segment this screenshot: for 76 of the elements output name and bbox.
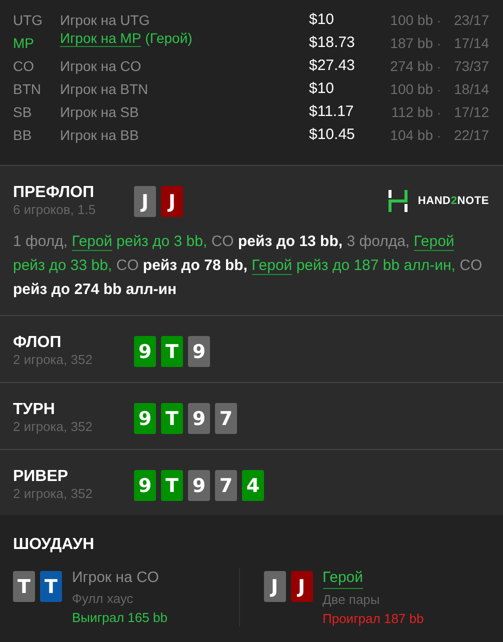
playing-card: 7 bbox=[215, 470, 237, 501]
playing-card: T bbox=[161, 336, 183, 367]
player-name: Игрок на BTN bbox=[60, 81, 148, 97]
player-bb: 274 bb bbox=[389, 58, 433, 74]
playing-card: 9 bbox=[188, 336, 210, 367]
player-position: MP bbox=[13, 35, 35, 51]
separator-dot: · bbox=[436, 60, 442, 74]
hero-link[interactable]: Герой bbox=[252, 257, 292, 275]
player-bb: 104 bb bbox=[389, 127, 433, 143]
player-stack: $10 bbox=[309, 11, 336, 28]
playing-card: 4 bbox=[242, 470, 264, 501]
player-stack: $10.45 bbox=[309, 126, 356, 143]
hand-combo: Фулл хаус bbox=[72, 590, 134, 608]
playing-card: J bbox=[134, 186, 156, 217]
playing-card: T bbox=[13, 571, 35, 602]
street-title: ТУРН bbox=[13, 400, 56, 419]
player-stack: $11.17 bbox=[309, 103, 355, 120]
playing-card: T bbox=[161, 470, 183, 501]
playing-card: J bbox=[264, 571, 286, 602]
playing-card: 9 bbox=[188, 470, 210, 501]
player-position: SB bbox=[13, 104, 33, 120]
playing-card: 9 bbox=[134, 470, 156, 501]
player-stats: 22/17 bbox=[452, 127, 489, 143]
player-stats: 17/14 bbox=[452, 35, 489, 51]
player-position: BTN bbox=[13, 81, 42, 97]
hand-combo: Две пары bbox=[322, 591, 381, 609]
player-position: UTG bbox=[13, 12, 44, 28]
player-bb: 112 bb bbox=[390, 104, 433, 120]
street-title: ПРЕФЛОП bbox=[13, 183, 96, 202]
hero-tag: (Герой) bbox=[145, 30, 192, 47]
playing-card: 9 bbox=[134, 403, 156, 434]
logo-text: HAND2NOTE bbox=[418, 195, 489, 207]
player-name: Игрок на UTG bbox=[60, 12, 150, 28]
separator-dot: · bbox=[436, 129, 442, 143]
player-bb: 100 bb bbox=[389, 81, 433, 97]
street-subtitle: 2 игрока, 352 bbox=[13, 419, 94, 435]
logo-icon bbox=[388, 190, 408, 212]
playing-card: T bbox=[40, 571, 62, 602]
playing-card: 9 bbox=[134, 336, 156, 367]
playing-card: J bbox=[290, 571, 312, 602]
street-subtitle: 2 игрока, 352 bbox=[13, 486, 94, 502]
player-position: CO bbox=[13, 58, 35, 74]
street-title: РИВЕР bbox=[13, 467, 70, 486]
street-title: ФЛОП bbox=[13, 333, 62, 352]
hand-result: Выиграл 165 bb bbox=[72, 609, 168, 626]
separator-dot: · bbox=[436, 106, 442, 120]
showdown-title: ШОУДАУН bbox=[13, 535, 94, 554]
player-name: Игрок на CO bbox=[72, 568, 160, 588]
player-name[interactable]: Герой bbox=[322, 568, 364, 589]
hand-result: Проиграл 187 bb bbox=[322, 610, 424, 627]
playing-card: J bbox=[161, 186, 183, 217]
playing-card: T bbox=[161, 403, 183, 434]
player-stats: 73/37 bbox=[452, 58, 489, 74]
separator-dot: · bbox=[436, 14, 442, 28]
player-stats: 23/17 bbox=[452, 12, 489, 28]
street-subtitle: 2 игрока, 352 bbox=[13, 352, 94, 368]
playing-card: 7 bbox=[215, 403, 237, 434]
player-bb: 100 bb bbox=[389, 12, 433, 28]
action-text: 1 фолд, Герой рейз до 3 bb, CO рейз до 13 bb, 3 фолда, Герой рейз до 33 bb, CO рейз до 78 bb, Герой рейз до 187 bb алл-ин, CO рейз до 274 bb алл-ин bbox=[13, 232, 484, 300]
separator-dot: · bbox=[436, 83, 442, 97]
player-stack: $10 bbox=[309, 80, 336, 97]
player-stats: 18/14 bbox=[452, 81, 489, 97]
player-bb: 187 bb bbox=[389, 35, 433, 51]
separator-dot: · bbox=[436, 37, 442, 51]
player-name: Игрок на BB bbox=[60, 127, 139, 143]
player-position: BB bbox=[13, 127, 33, 143]
player-stack: $18.73 bbox=[309, 34, 356, 51]
player-stack: $27.43 bbox=[309, 57, 356, 74]
hero-link[interactable]: Герой bbox=[72, 233, 112, 251]
player-name: Игрок на CO bbox=[60, 58, 142, 74]
player-stats: 17/12 bbox=[452, 104, 489, 120]
street-subtitle: 6 игроков, 1.5 bbox=[13, 202, 97, 218]
player-name[interactable]: Игрок на MP bbox=[60, 30, 142, 47]
player-name: Игрок на SB bbox=[60, 104, 139, 120]
hero-link[interactable]: Герой bbox=[414, 233, 454, 251]
playing-card: 9 bbox=[188, 403, 210, 434]
